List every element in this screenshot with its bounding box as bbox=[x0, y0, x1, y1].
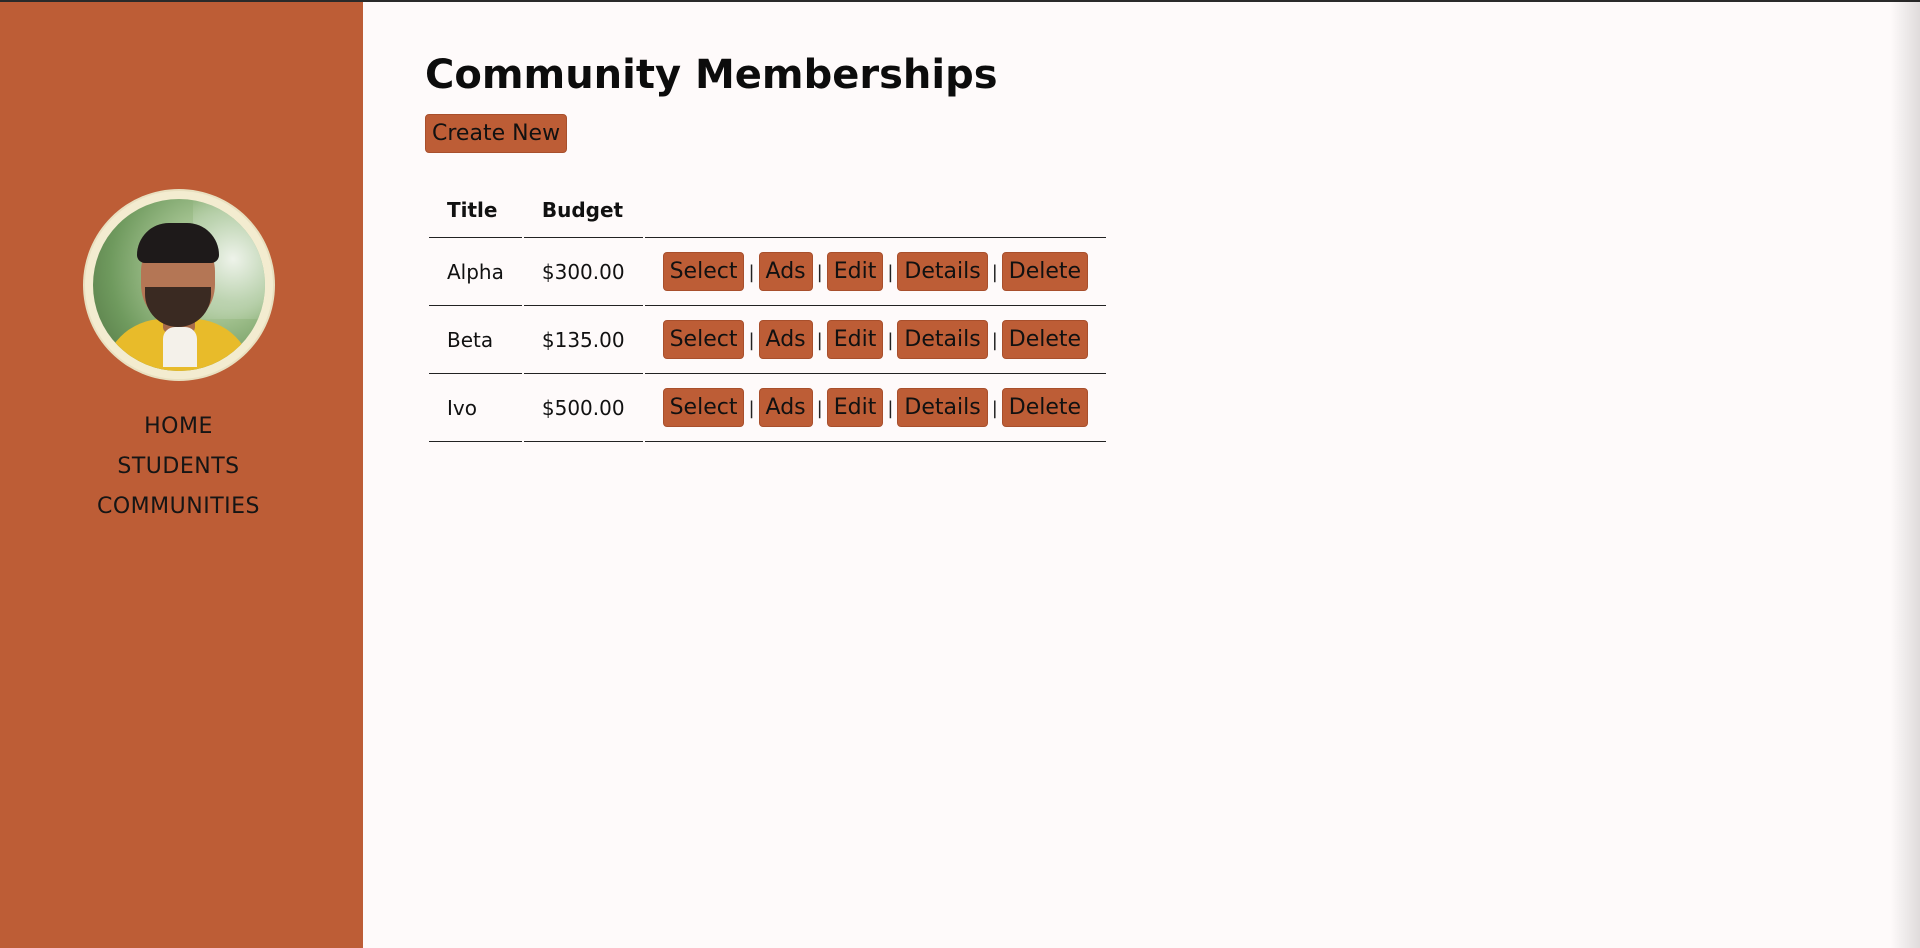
action-separator: | bbox=[816, 262, 823, 283]
column-header-actions bbox=[644, 182, 1107, 238]
action-separator: | bbox=[887, 262, 894, 283]
row-title: Alpha bbox=[429, 238, 522, 306]
edit-button[interactable]: Edit bbox=[826, 320, 884, 359]
delete-button[interactable]: Delete bbox=[1001, 320, 1089, 359]
delete-button[interactable]: Delete bbox=[1001, 388, 1089, 427]
avatar bbox=[85, 191, 273, 379]
memberships-table: Title Budget Alpha $300.00 Select | Ads | Ed… bbox=[427, 182, 1108, 442]
nav-communities-link[interactable]: COMMUNITIES bbox=[0, 487, 357, 527]
table-row: Beta $135.00 Select | Ads | Edit | Details | Del… bbox=[429, 306, 1107, 374]
details-button[interactable]: Details bbox=[897, 388, 988, 427]
action-separator: | bbox=[991, 262, 998, 283]
action-separator: | bbox=[991, 398, 998, 419]
nav-home-link[interactable]: HOME bbox=[0, 407, 357, 447]
table-header-row: Title Budget bbox=[429, 182, 1107, 238]
details-button[interactable]: Details bbox=[897, 320, 988, 359]
select-button[interactable]: Select bbox=[662, 320, 745, 359]
row-title: Ivo bbox=[429, 374, 522, 442]
action-separator: | bbox=[748, 398, 755, 419]
page-title: Community Memberships bbox=[425, 52, 998, 98]
action-separator: | bbox=[887, 398, 894, 419]
action-separator: | bbox=[748, 330, 755, 351]
select-button[interactable]: Select bbox=[662, 388, 745, 427]
sidebar: HOME STUDENTS COMMUNITIES bbox=[0, 2, 363, 948]
edit-button[interactable]: Edit bbox=[826, 252, 884, 291]
action-separator: | bbox=[816, 398, 823, 419]
column-header-title: Title bbox=[429, 182, 522, 238]
row-actions: Select | Ads | Edit | Details | Delete bbox=[644, 238, 1107, 306]
details-button[interactable]: Details bbox=[897, 252, 988, 291]
row-actions: Select | Ads | Edit | Details | Delete bbox=[644, 306, 1107, 374]
nav-students-link[interactable]: STUDENTS bbox=[0, 447, 357, 487]
action-separator: | bbox=[816, 330, 823, 351]
ads-button[interactable]: Ads bbox=[758, 320, 813, 359]
ads-button[interactable]: Ads bbox=[758, 388, 813, 427]
action-separator: | bbox=[887, 330, 894, 351]
row-budget: $135.00 bbox=[523, 306, 643, 374]
row-actions: Select | Ads | Edit | Details | Delete bbox=[644, 374, 1107, 442]
column-header-budget: Budget bbox=[523, 182, 643, 238]
table-row: Ivo $500.00 Select | Ads | Edit | Details | Dele… bbox=[429, 374, 1107, 442]
action-separator: | bbox=[748, 262, 755, 283]
edit-button[interactable]: Edit bbox=[826, 388, 884, 427]
table-row: Alpha $300.00 Select | Ads | Edit | Details | De… bbox=[429, 238, 1107, 306]
create-new-button[interactable]: Create New bbox=[425, 114, 568, 153]
ads-button[interactable]: Ads bbox=[758, 252, 813, 291]
action-separator: | bbox=[991, 330, 998, 351]
row-budget: $500.00 bbox=[523, 374, 643, 442]
row-title: Beta bbox=[429, 306, 522, 374]
delete-button[interactable]: Delete bbox=[1001, 252, 1089, 291]
select-button[interactable]: Select bbox=[662, 252, 745, 291]
window-edge-shadow bbox=[1890, 0, 1920, 948]
avatar-photo bbox=[93, 199, 265, 371]
row-budget: $300.00 bbox=[523, 238, 643, 306]
sidebar-nav: HOME STUDENTS COMMUNITIES bbox=[0, 407, 357, 527]
